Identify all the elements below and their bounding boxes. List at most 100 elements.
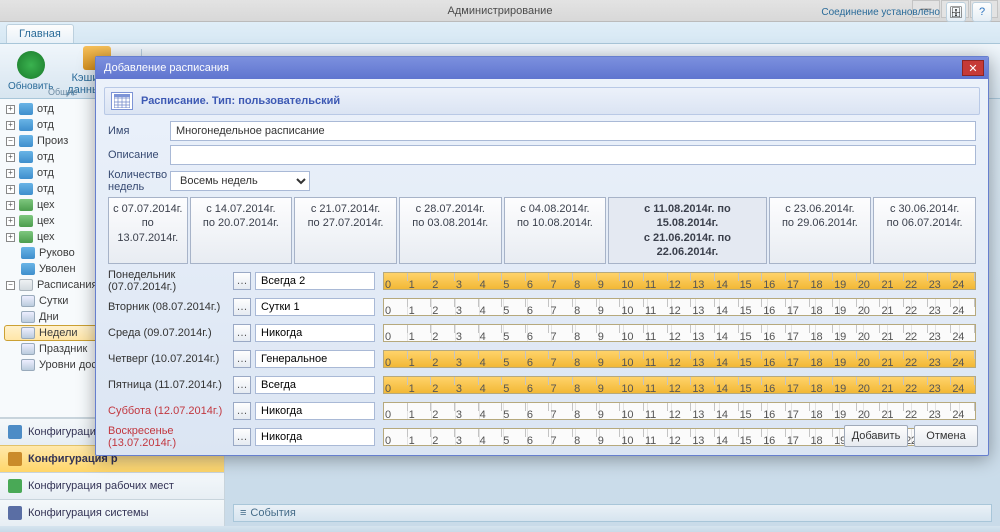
name-input[interactable] [170,121,976,141]
tree-item-label: цех [37,231,55,243]
dialog-titlebar: Добавление расписания ✕ [96,57,988,79]
folder-icon [21,359,35,371]
expander-icon[interactable]: − [6,281,15,290]
week-tab[interactable]: c 28.07.2014г.по 03.08.2014г. [399,197,502,264]
day-row: Среда (09.07.2014г.)… 0123456789101112131… [108,320,976,346]
nav-pane[interactable]: Конфигурация системы [0,499,224,526]
day-label: Понедельник (07.07.2014г.) [108,269,233,293]
schedule-icon [111,92,133,110]
pick-schedule-button[interactable]: … [233,376,251,394]
pick-schedule-button[interactable]: … [233,324,251,342]
day-timeline[interactable]: 0123456789101112131415161718192021222324 [383,324,976,342]
nav-pane-icon [8,479,22,493]
expander-icon[interactable]: + [6,185,15,194]
day-schedule-input[interactable] [255,402,375,420]
tree-item-label: отд [37,167,54,179]
day-timeline[interactable]: 0123456789101112131415161718192021222324 [383,272,976,290]
expander-icon[interactable]: + [6,105,15,114]
connection-status: Соединение установлено [821,7,940,18]
week-tabs: c 07.07.2014г.по 13.07.2014г.c 14.07.201… [108,197,976,264]
server-icon[interactable]: 🗄 [946,2,966,22]
day-row: Четверг (10.07.2014г.)… 01234567891011121… [108,346,976,372]
nav-pane-icon [8,425,22,439]
tree-item-label: отд [37,183,54,195]
tree-item-label: отд [37,151,54,163]
folder-icon [19,135,33,147]
add-schedule-dialog: Добавление расписания ✕ Расписание. Тип:… [95,56,989,456]
expander-icon[interactable]: + [6,233,15,242]
pick-schedule-button[interactable]: … [233,272,251,290]
week-tab[interactable]: c 23.06.2014г.по 29.06.2014г. [769,197,872,264]
day-timeline[interactable]: 0123456789101112131415161718192021222324 [383,350,976,368]
day-label: Пятница (11.07.2014г.) [108,379,233,391]
day-label: Суббота (12.07.2014г.) [108,405,233,417]
week-tab[interactable]: c 21.07.2014г.по 27.07.2014г. [294,197,397,264]
pick-schedule-button[interactable]: … [233,350,251,368]
nav-pane-label: Конфигурация системы [28,507,149,519]
tree-item-label: цех [37,199,55,211]
folder-icon [21,343,35,355]
tree-item-label: Дни [39,311,59,323]
day-label: Вторник (08.07.2014г.) [108,301,233,313]
nav-pane[interactable]: Конфигурация рабочих мест [0,472,224,499]
day-label: Четверг (10.07.2014г.) [108,353,233,365]
week-tab[interactable]: c 14.07.2014г.по 20.07.2014г. [190,197,293,264]
day-label: Среда (09.07.2014г.) [108,327,233,339]
ribbon-tab-main[interactable]: Главная [6,24,74,43]
refresh-icon [17,51,45,79]
help-icon[interactable]: ? [972,2,992,22]
tree-item-label: Руково [39,247,75,259]
refresh-button[interactable]: Обновить [8,51,53,92]
tree-item-label: Недели [39,327,78,339]
day-timeline[interactable]: 0123456789101112131415161718192021222324 [383,402,976,420]
nav-pane-icon [8,452,22,466]
pick-schedule-button[interactable]: … [233,428,251,446]
expander-icon[interactable]: + [6,153,15,162]
nav-pane-icon [8,506,22,520]
folder-icon [19,183,33,195]
expander-icon[interactable]: + [6,201,15,210]
day-rows: Понедельник (07.07.2014г.)…0123456789101… [108,268,976,450]
folder-icon [19,167,33,179]
dialog-close-button[interactable]: ✕ [962,60,984,76]
day-schedule-input[interactable] [255,376,375,394]
folder-icon [19,279,33,291]
weeks-count-select[interactable]: Восемь недель [170,171,310,191]
ribbon-group-label: Общие [48,87,78,97]
tree-item-label: отд [37,103,54,115]
day-schedule-input[interactable] [255,428,375,446]
pick-schedule-button[interactable]: … [233,402,251,420]
events-bar[interactable]: ≡ События [233,504,992,522]
desc-input[interactable] [170,145,976,165]
day-schedule-input[interactable] [255,324,375,342]
day-schedule-input[interactable] [255,272,375,290]
app-title: Администрирование [448,5,553,17]
day-timeline[interactable]: 0123456789101112131415161718192021222324 [383,298,976,316]
expander-icon[interactable]: − [6,137,15,146]
day-schedule-input[interactable] [255,350,375,368]
week-tab[interactable]: c 30.06.2014г.по 06.07.2014г. [873,197,976,264]
nav-pane-label: Конфигурация рабочих мест [28,480,174,492]
folder-icon [19,103,33,115]
expander-icon[interactable]: + [6,169,15,178]
folder-icon [19,231,33,243]
folder-icon [19,119,33,131]
day-schedule-input[interactable] [255,298,375,316]
day-timeline[interactable]: 0123456789101112131415161718192021222324 [383,376,976,394]
expander-icon[interactable]: + [6,217,15,226]
add-button[interactable]: Добавить [844,425,908,447]
day-label: Воскресенье (13.07.2014г.) [108,425,233,449]
tree-item-label: Уволен [39,263,76,275]
week-tab[interactable]: c 07.07.2014г.по 13.07.2014г. [108,197,188,264]
pick-schedule-button[interactable]: … [233,298,251,316]
dialog-title: Добавление расписания [104,62,229,74]
desc-label: Описание [108,149,170,161]
expander-icon[interactable]: + [6,121,15,130]
list-icon: ≡ [240,507,246,519]
week-tab[interactable]: c 11.08.2014г. по 15.08.2014г.c 21.06.20… [608,197,766,264]
week-tab[interactable]: c 04.08.2014г.по 10.08.2014г. [504,197,607,264]
tree-item-label: отд [37,119,54,131]
tree-item-label: Сутки [39,295,68,307]
cancel-button[interactable]: Отмена [914,425,978,447]
day-row: Пятница (11.07.2014г.)… 01234567891011121… [108,372,976,398]
